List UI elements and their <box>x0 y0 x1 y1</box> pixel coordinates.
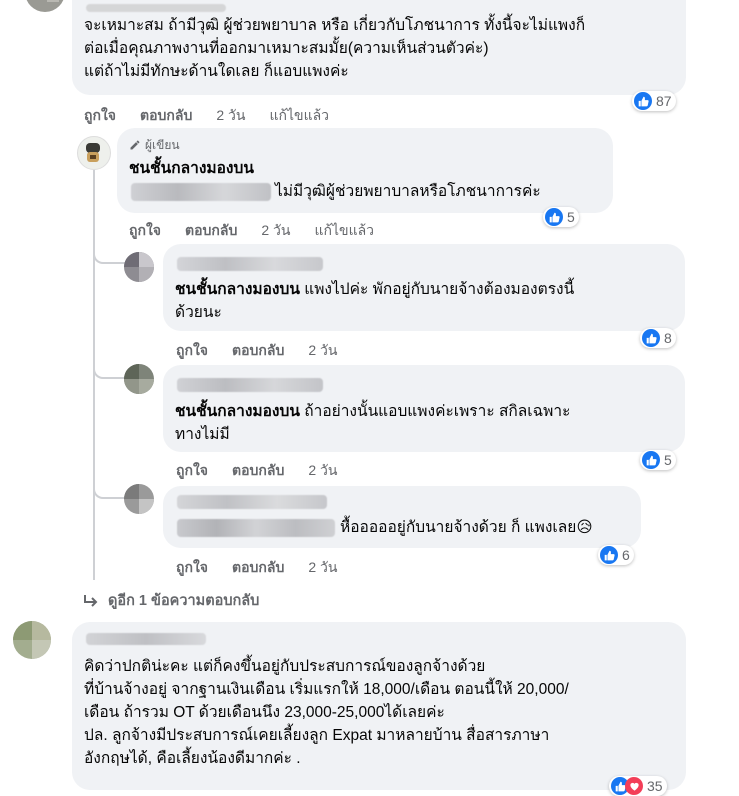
blurred-commenter-name <box>177 257 323 271</box>
like-button[interactable]: ถูกใจ <box>176 559 208 575</box>
comment-line: เดือน ถ้ารวม OT ด้วยเดือนนึง 23,000-25,0… <box>84 704 445 721</box>
timestamp[interactable]: 2 วัน <box>308 342 337 358</box>
view-more-replies-link[interactable]: ดูอีก 1 ข้อความตอบกลับ <box>82 589 259 612</box>
reaction-count: 35 <box>647 778 663 794</box>
timestamp[interactable]: 2 วัน <box>308 559 337 575</box>
mention-link[interactable]: ชนชั้นกลางมองบน <box>175 403 300 420</box>
comment-line: หื้อออออยู่กับนายจ้างด้วย ก็ แพงเลย😥 <box>175 516 641 539</box>
thread-line-connector <box>93 240 125 264</box>
mention-link[interactable]: ชนชั้นกลางมองบน <box>175 281 300 298</box>
blurred-commenter-name <box>86 4 226 12</box>
thumbs-up-icon <box>642 451 660 469</box>
like-button[interactable]: ถูกใจ <box>176 342 208 358</box>
blurred-mention <box>177 519 335 537</box>
avatar-author[interactable] <box>77 136 111 170</box>
reply-button[interactable]: ตอบกลับ <box>232 462 284 478</box>
timestamp[interactable]: 2 วัน <box>216 107 245 123</box>
comment-actions-1: ถูกใจ ตอบกลับ 2 วัน แก้ไขแล้ว <box>84 105 353 127</box>
comment-line: แต่ถ้าไม่มีทักษะด้านใดเลย ก็แอบแพงค่ะ <box>84 63 349 80</box>
blurred-commenter-name <box>177 495 327 509</box>
edited-label[interactable]: แก้ไขแล้ว <box>269 107 329 123</box>
comment-line: ปล. ลูกจ้างมีประสบการณ์เคยเลี้ยงลูก Expa… <box>84 727 550 744</box>
blurred-commenter-name <box>86 633 206 645</box>
like-button[interactable]: ถูกใจ <box>176 462 208 478</box>
sad-emoji: 😥 <box>576 519 593 536</box>
thumbs-up-icon <box>600 546 618 564</box>
reaction-count: 5 <box>664 452 672 468</box>
author-badge-label: ผู้เขียน <box>145 137 180 152</box>
comment-line: ที่บ้านจ้างอยู่ จากฐานเงินเดือน เริ่มแรก… <box>84 681 569 698</box>
avatar-commenter-6[interactable] <box>13 621 51 659</box>
comment-text: หื้อออออยู่กับนายจ้างด้วย ก็ แพงเลย <box>340 519 577 536</box>
reaction-count-badge[interactable]: 5 <box>640 450 676 470</box>
thumbs-up-icon <box>634 92 652 110</box>
comment-bubble-5: หื้อออออยู่กับนายจ้างด้วย ก็ แพงเลย😥 <box>163 486 641 548</box>
avatar-commenter-4[interactable] <box>124 364 154 394</box>
comment-bubble-2: ผู้เขียน ชนชั้นกลางมองบน ไม่มีวุฒิผู้ช่ว… <box>117 128 613 213</box>
reply-arrow-icon <box>84 594 98 607</box>
comment-line: คิดว่าปกติน่ะคะ แต่ก็คงขึ้นอยู่กับประสบก… <box>84 658 486 675</box>
reaction-count-badge[interactable]: 5 <box>543 207 579 227</box>
avatar-commenter-5[interactable] <box>124 484 154 514</box>
comment-actions-2: ถูกใจ ตอบกลับ 2 วัน แก้ไขแล้ว <box>129 220 398 242</box>
blurred-commenter-name <box>177 378 323 392</box>
comment-actions-5: ถูกใจ ตอบกลับ 2 วัน <box>176 557 361 579</box>
reaction-count-badge[interactable]: 87 <box>632 91 676 111</box>
commenter-name[interactable]: ชนชั้นกลางมองบน <box>129 157 613 180</box>
like-button[interactable]: ถูกใจ <box>129 222 161 238</box>
reply-button[interactable]: ตอบกลับ <box>140 107 192 123</box>
reaction-count: 87 <box>656 93 672 109</box>
comment-line: ทางไม่มี <box>175 426 230 443</box>
heart-icon <box>625 777 643 795</box>
timestamp[interactable]: 2 วัน <box>308 462 337 478</box>
reaction-count-badge[interactable]: 35 <box>609 776 667 796</box>
comment-line: จะเหมาะสม ถ้ามีวุฒิ ผู้ช่วยพยาบาล หรือ เ… <box>84 17 586 34</box>
comment-line: ต่อเมื่อคุณภาพงานที่ออกมาเหมาะสมมั้ย(ควา… <box>84 40 489 57</box>
reaction-count: 5 <box>567 209 575 225</box>
like-button[interactable]: ถูกใจ <box>84 107 116 123</box>
reaction-count-badge[interactable]: 8 <box>640 328 676 348</box>
timestamp[interactable]: 2 วัน <box>261 222 290 238</box>
avatar-commenter-1[interactable] <box>25 0 65 12</box>
thread-line-connector <box>93 355 125 379</box>
edited-label[interactable]: แก้ไขแล้ว <box>314 222 374 238</box>
comment-actions-3: ถูกใจ ตอบกลับ 2 วัน <box>176 340 361 362</box>
blurred-mention <box>131 183 271 201</box>
thumbs-up-icon <box>545 208 563 226</box>
comment-line: อังกฤษได้, คือเลี้ยงน้องดีมากค่ะ . <box>84 750 301 767</box>
comment-text: แพงไปค่ะ พักอยู่กับนายจ้างต้องมองตรงนี้ <box>299 281 575 298</box>
comment-text: ถ้าอย่างนั้นแอบแพงค่ะเพราะ สกิลเฉพาะ <box>299 403 571 420</box>
reply-button[interactable]: ตอบกลับ <box>185 222 237 238</box>
comment-bubble-4: ชนชั้นกลางมองบน ถ้าอย่างนั้นแอบแพงค่ะเพร… <box>163 365 685 452</box>
reaction-count: 8 <box>664 330 672 346</box>
comment-bubble-1: จะเหมาะสม ถ้ามีวุฒิ ผู้ช่วยพยาบาล หรือ เ… <box>72 0 686 95</box>
comment-line: ด้วยนะ <box>175 304 222 321</box>
avatar-commenter-3[interactable] <box>124 252 154 282</box>
view-more-replies-label: ดูอีก 1 ข้อความตอบกลับ <box>108 593 260 609</box>
reply-button[interactable]: ตอบกลับ <box>232 559 284 575</box>
pencil-icon <box>130 140 140 150</box>
comment-line: ไม่มีวุฒิผู้ช่วยพยาบาลหรือโภชนาการค่ะ <box>129 180 613 203</box>
comment-actions-4: ถูกใจ ตอบกลับ 2 วัน <box>176 460 361 482</box>
comment-text: ไม่มีวุฒิผู้ช่วยพยาบาลหรือโภชนาการค่ะ <box>275 183 541 200</box>
author-badge: ผู้เขียน <box>129 136 613 154</box>
reaction-count-badge[interactable]: 6 <box>598 545 634 565</box>
comment-bubble-6: คิดว่าปกติน่ะคะ แต่ก็คงขึ้นอยู่กับประสบก… <box>72 622 686 790</box>
thread-line-connector <box>93 475 125 499</box>
thumbs-up-icon <box>642 329 660 347</box>
comment-bubble-3: ชนชั้นกลางมองบน แพงไปค่ะ พักอยู่กับนายจ้… <box>163 244 685 331</box>
reply-button[interactable]: ตอบกลับ <box>232 342 284 358</box>
reaction-count: 6 <box>622 547 630 563</box>
